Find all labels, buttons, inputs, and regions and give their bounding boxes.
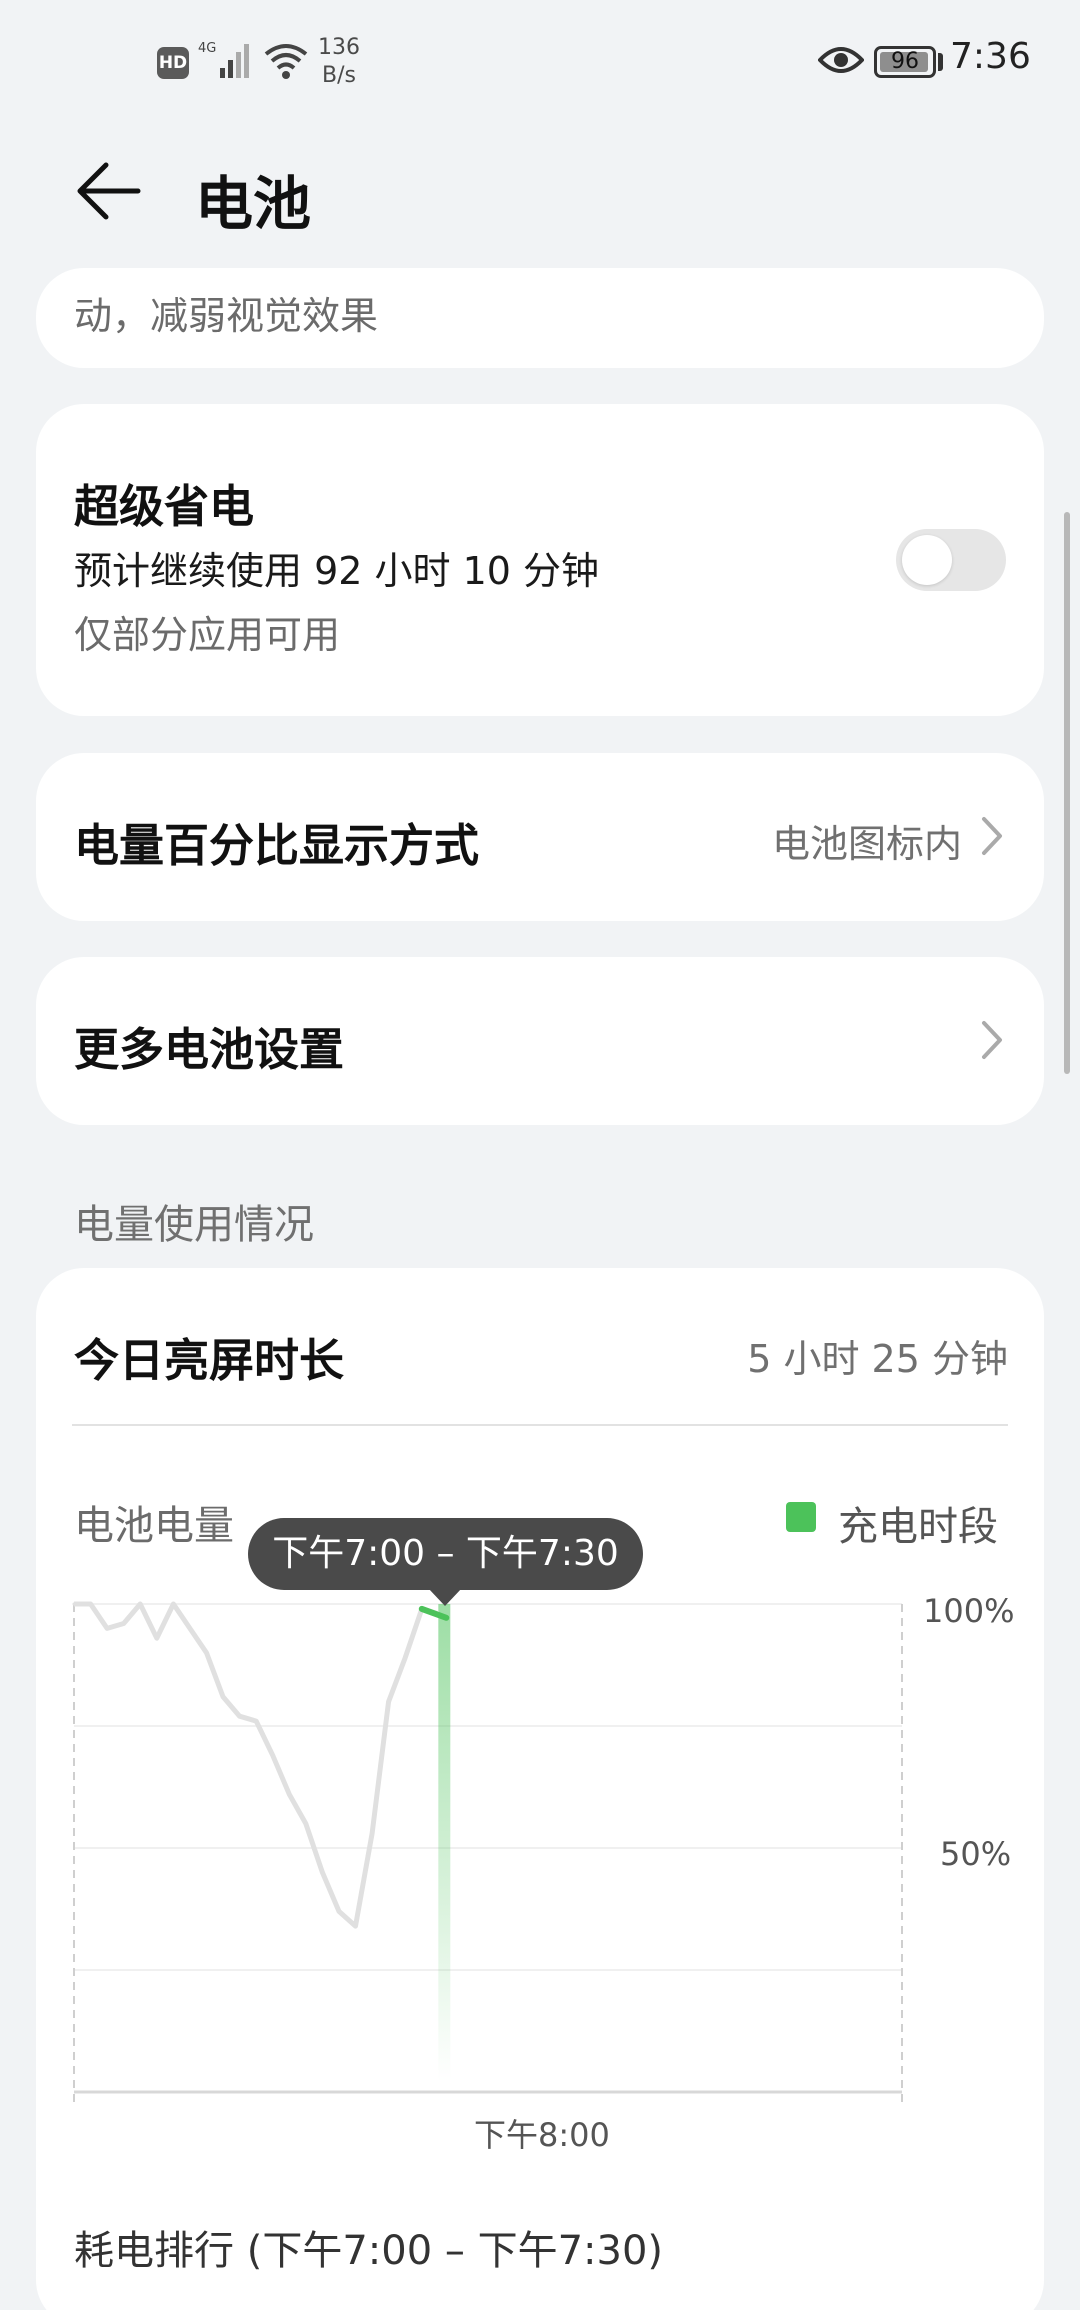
super-power-saving-toggle[interactable]: [896, 529, 1006, 591]
network-speed-value: 136: [318, 35, 360, 60]
chevron-right-icon: [982, 1021, 1002, 1059]
screen-time-value: 5 小时 25 分钟: [747, 1337, 1008, 1381]
x-tick-8pm: 下午8:00: [474, 2116, 610, 2154]
network-speed-unit: B/s: [322, 63, 356, 88]
status-bar: HD 4G 136 B/s 96 7:36: [0, 0, 1080, 125]
chevron-right-icon: [982, 817, 1002, 855]
charging-period-bar: [438, 1604, 451, 2082]
battery-level-point: [122, 1622, 126, 1626]
battery-level-point: [254, 1719, 258, 1723]
super-power-saving-card[interactable]: 超级省电 预计继续使用 92 小时 10 分钟 仅部分应用可用: [36, 404, 1044, 716]
battery-level-point: [271, 1753, 275, 1757]
consumption-ranking-title: 耗电排行 (下午7:00 – 下午7:30): [74, 2228, 664, 2274]
battery-level-point: [89, 1602, 93, 1606]
svg-text:4G: 4G: [198, 41, 216, 56]
back-arrow-icon[interactable]: [72, 155, 144, 227]
battery-level-point: [138, 1602, 142, 1606]
y-tick-50: 50%: [940, 1835, 1012, 1873]
cellular-signal-icon: 4G: [198, 41, 249, 78]
battery-percent: 96: [891, 49, 919, 74]
chart-tooltip: 下午7:00 – 下午7:30: [248, 1518, 643, 1590]
battery-level-point: [337, 1909, 341, 1913]
battery-level-point: [221, 1695, 225, 1699]
more-battery-settings-title: 更多电池设置: [74, 1023, 345, 1076]
charging-legend-swatch: [786, 1502, 816, 1532]
app-header: 电池: [0, 125, 1080, 255]
tooltip-arrow: [428, 1588, 462, 1606]
battery-level-point: [354, 1924, 358, 1928]
super-power-saving-estimate: 预计继续使用 92 小时 10 分钟: [74, 549, 600, 593]
clipped-card-text: 动，减弱视觉效果: [74, 294, 379, 338]
battery-level-point: [370, 1831, 374, 1835]
battery-level-point: [105, 1626, 109, 1630]
battery-tip: [938, 53, 943, 71]
wifi-icon: [264, 44, 308, 79]
usage-section-title: 电量使用情况: [74, 1202, 314, 1248]
charging-legend-label: 充电时段: [838, 1504, 998, 1550]
battery-level-point: [403, 1656, 407, 1660]
battery-level-label: 电池电量: [74, 1503, 234, 1549]
network-speed: 136 B/s: [318, 34, 360, 90]
battery-level-point: [72, 1602, 76, 1606]
battery-level-point: [320, 1870, 324, 1874]
battery-percentage-display-title: 电量百分比显示方式: [74, 819, 480, 872]
battery-level-line: [74, 1601, 440, 1929]
toggle-knob: [902, 535, 952, 585]
page-title: 电池: [195, 170, 312, 238]
y-tick-100: 100%: [923, 1592, 1015, 1630]
scrollbar[interactable]: [1064, 512, 1070, 1074]
battery-icon: 96: [874, 46, 936, 78]
battery-level-point: [304, 1822, 308, 1826]
battery-level-point: [188, 1626, 192, 1630]
super-power-saving-title: 超级省电: [74, 480, 255, 533]
hd-voice-icon: HD: [157, 47, 189, 79]
battery-percentage-display-row[interactable]: 电量百分比显示方式 电池图标内: [36, 753, 1044, 921]
more-battery-settings-row[interactable]: 更多电池设置: [36, 957, 1044, 1125]
status-time: 7:36: [950, 36, 1031, 77]
battery-percentage-display-value: 电池图标内: [771, 822, 962, 866]
battery-level-chart[interactable]: [0, 1580, 1080, 2160]
battery-level-point: [287, 1792, 291, 1796]
battery-level-point: [204, 1651, 208, 1655]
battery-level-point: [238, 1714, 242, 1718]
card-divider: [72, 1424, 1008, 1426]
battery-level-point: [155, 1636, 159, 1640]
battery-level-point: [387, 1700, 391, 1704]
screen-time-label: 今日亮屏时长: [74, 1334, 345, 1387]
eye-comfort-icon: [818, 47, 864, 73]
battery-level-point: [171, 1602, 175, 1606]
super-power-saving-note: 仅部分应用可用: [74, 613, 341, 657]
